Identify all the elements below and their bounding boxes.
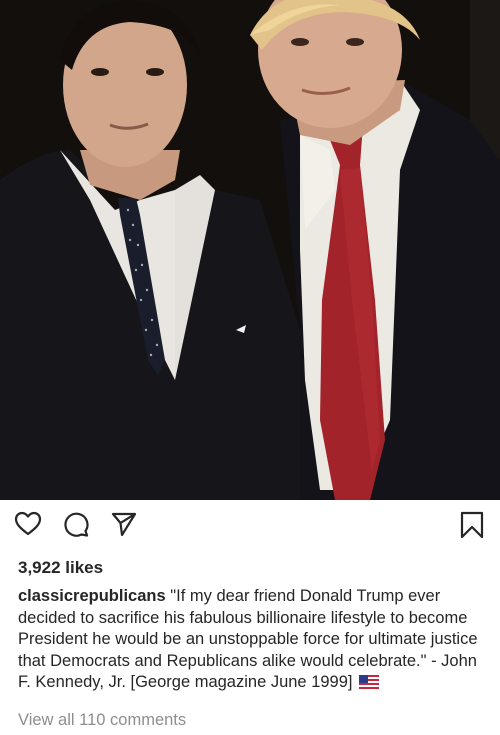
caption-username[interactable]: classicrepublicans <box>18 587 166 605</box>
share-icon[interactable] <box>110 510 138 543</box>
action-bar <box>0 500 500 550</box>
post-caption: classicrepublicans "If my dear friend Do… <box>18 586 486 696</box>
photo-illustration <box>0 0 500 500</box>
view-all-comments-link[interactable]: View all 110 comments <box>18 711 186 730</box>
heart-icon[interactable] <box>14 510 42 543</box>
us-flag-emoji <box>358 674 380 696</box>
bookmark-icon[interactable] <box>458 510 486 545</box>
like-count[interactable]: 3,922 likes <box>18 558 103 578</box>
post-photo[interactable] <box>0 0 500 500</box>
comment-icon[interactable] <box>62 510 90 543</box>
